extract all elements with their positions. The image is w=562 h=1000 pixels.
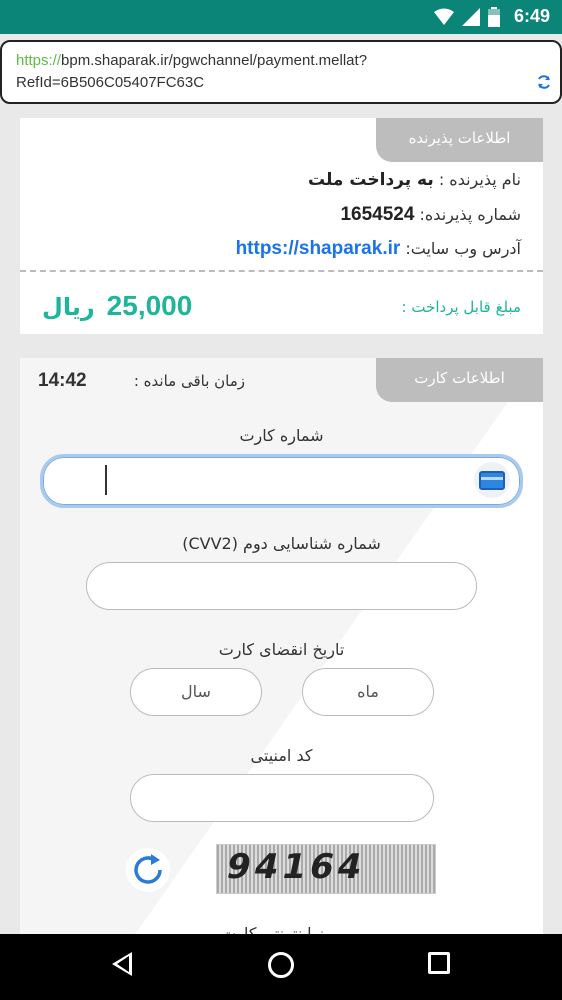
merchant-number-value: 1654524 [340, 204, 415, 225]
url-scheme: https:// [16, 52, 62, 69]
merchant-number-label: شماره پذیرنده: [419, 205, 521, 224]
security-code-label: کد امنیتی [250, 746, 313, 765]
back-icon[interactable] [112, 952, 132, 976]
card-info-tab: اطلاعات کارت [376, 358, 543, 402]
divider [20, 270, 543, 272]
amount-unit: ریال [42, 293, 95, 321]
merchant-name-label: نام پذیرنده : [438, 170, 521, 189]
battery-icon [488, 7, 500, 31]
expiry-label: تاریخ انقضای کارت [218, 640, 345, 659]
expiry-month-input[interactable]: ماه [302, 668, 434, 716]
url-bar[interactable]: https://bpm.shaparak.ir/pgwchannel/payme… [0, 40, 562, 104]
wifi-icon [434, 8, 454, 30]
timer-value: 14:42 [38, 370, 87, 391]
merchant-info-card: اطلاعات پذیرنده نام پذیرنده : به پرداخت … [20, 118, 543, 334]
timer-label: زمان باقی مانده : [133, 372, 245, 390]
url-query: RefId=6B506C05407FC63C [16, 74, 205, 91]
amount-value: 25,000 ریال [42, 290, 192, 322]
expiry-year-input[interactable]: سال [130, 668, 262, 716]
merchant-site-label: آدرس وب سایت: [405, 239, 521, 258]
credit-card-icon[interactable] [474, 462, 510, 498]
merchant-info-tab: اطلاعات پذیرنده [376, 118, 543, 162]
cvv2-input[interactable] [86, 562, 477, 610]
reload-icon[interactable] [536, 74, 552, 95]
merchant-number-row: شماره پذیرنده: 1654524 [340, 204, 521, 226]
page-content: اطلاعات پذیرنده نام پذیرنده : به پرداخت … [0, 104, 562, 934]
card-number-label: شماره کارت [239, 426, 324, 445]
internet-password-label: رمز اینترنتی کارت [221, 924, 342, 934]
recent-apps-icon[interactable] [428, 952, 450, 974]
security-code-input[interactable] [130, 774, 434, 822]
captcha-image: 94164 [216, 844, 436, 894]
home-icon[interactable] [268, 952, 294, 978]
amount-label: مبلغ قابل پرداخت : [401, 298, 521, 316]
url-host-path: bpm.shaparak.ir/pgwchannel/payment.mella… [61, 52, 368, 69]
status-bar: 6:49 [0, 0, 562, 34]
clock: 6:49 [513, 6, 550, 26]
status-icons [434, 7, 500, 31]
captcha-text: 94164 [222, 847, 370, 887]
amount-number: 25,000 [106, 290, 193, 321]
navigation-bar [0, 934, 562, 1000]
merchant-name-row: نام پذیرنده : به پرداخت ملت [308, 170, 521, 190]
captcha-refresh-icon[interactable] [126, 848, 170, 892]
merchant-name-value: به پرداخت ملت [307, 170, 434, 190]
merchant-site-link[interactable]: https://shaparak.ir [236, 238, 401, 259]
cvv2-label: شماره شناسایی دوم (CVV2) [182, 534, 381, 553]
merchant-site-row: آدرس وب سایت: https://shaparak.ir [236, 238, 521, 260]
text-caret [105, 465, 107, 495]
signal-icon [462, 8, 480, 30]
card-number-input[interactable] [40, 454, 523, 508]
url-text[interactable]: https://bpm.shaparak.ir/pgwchannel/payme… [16, 50, 516, 94]
card-info-card: اطلاعات کارت زمان باقی مانده : 14:42 شما… [20, 358, 543, 934]
